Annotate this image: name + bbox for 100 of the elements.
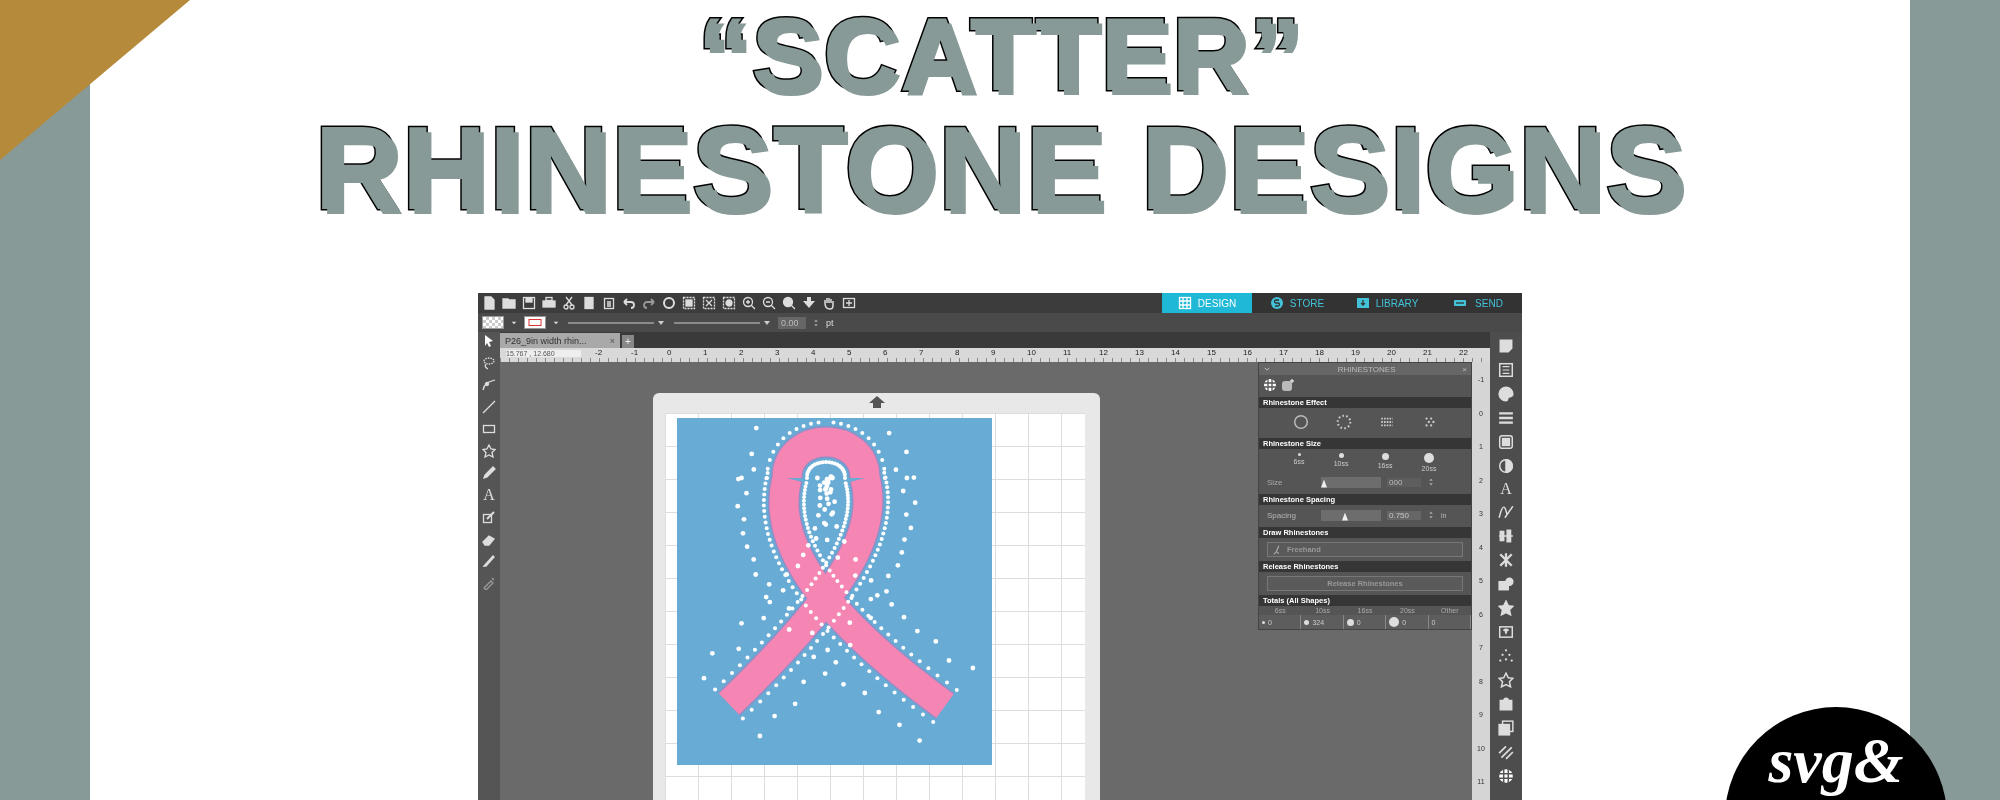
field-label: Spacing [1267, 510, 1297, 520]
pencil-icon[interactable] [482, 466, 496, 480]
node-curve-icon[interactable] [482, 378, 496, 392]
ruler-label: 15 [1207, 348, 1217, 357]
arrow-up-icon[interactable] [868, 396, 885, 408]
arrow-down-icon[interactable] [802, 296, 816, 310]
add-tab-button[interactable]: + [622, 335, 634, 348]
dotted-circle-icon[interactable] [1335, 414, 1352, 430]
star-badge-icon[interactable] [1498, 600, 1514, 616]
field-label: Size [1267, 477, 1284, 487]
star-icon[interactable] [482, 444, 496, 458]
close-button[interactable]: × [1462, 364, 1467, 374]
palette-icon[interactable] [1498, 386, 1514, 402]
title-line: “SCATTER” [697, 0, 1303, 110]
ruler-label: 16 [1243, 348, 1253, 357]
star-outline-icon[interactable] [1498, 672, 1514, 688]
ruler-label: 0 [667, 348, 673, 357]
ruler-label: -1 [631, 348, 640, 357]
ruler-label: 13 [1135, 348, 1145, 357]
slider-track[interactable] [1321, 476, 1381, 488]
size-dot-icon [1304, 619, 1310, 625]
zoom-in-icon[interactable] [742, 296, 756, 310]
chevron-down-icon[interactable] [1263, 365, 1271, 373]
rhinestone-dots-icon[interactable] [1498, 648, 1514, 664]
paste-icon[interactable] [602, 296, 616, 310]
nav-tab[interactable]: STORE [1252, 293, 1342, 313]
ruler-label: 4 [811, 348, 817, 357]
redo-icon[interactable] [642, 296, 656, 310]
add-page-icon[interactable] [842, 296, 856, 310]
slider-track[interactable] [1321, 509, 1381, 521]
ruler-label: 22 [1459, 348, 1469, 357]
ruler-label: 12 [1099, 348, 1109, 357]
knife-icon[interactable] [482, 554, 496, 568]
ruler-label: 7 [919, 348, 925, 357]
cut-icon[interactable] [562, 296, 576, 310]
ruler-label: 17 [1279, 348, 1289, 357]
zoom-fit-icon[interactable] [782, 296, 796, 310]
ruler-label: 9 [991, 348, 997, 357]
edit-points-icon[interactable] [482, 510, 496, 524]
ruler-label: 20 [1387, 348, 1397, 357]
ruler-label: 6 [883, 348, 889, 357]
close-tab-button[interactable]: × [609, 335, 615, 346]
save-icon[interactable] [522, 296, 536, 310]
size-dot-icon [1346, 618, 1354, 626]
image-trace-icon[interactable] [1498, 362, 1514, 378]
ruler-label: 1 [703, 348, 709, 357]
circle-outline-icon[interactable] [1292, 414, 1309, 430]
ruler-label: 14 [1171, 348, 1181, 357]
ruler-label: 19 [1351, 348, 1361, 357]
line-icon[interactable] [482, 400, 496, 414]
size-value-field[interactable]: 000 [1387, 477, 1421, 487]
stroke-swatch[interactable] [524, 316, 546, 329]
hatch-icon[interactable] [1498, 744, 1514, 760]
curve-icon[interactable] [1498, 504, 1514, 520]
s-circle-icon[interactable] [1269, 296, 1284, 310]
ruler-label: 10 [1027, 348, 1037, 357]
ruler-label: 11 [1063, 348, 1073, 357]
new-document-icon[interactable] [482, 296, 496, 310]
open-folder-icon[interactable] [502, 296, 516, 310]
document-tab-label[interactable]: P26_9in width rhin... [505, 335, 587, 346]
layers-icon[interactable] [1498, 720, 1514, 736]
line-width-field[interactable]: 0.00 [778, 316, 806, 329]
line-style-icon[interactable] [1498, 410, 1514, 426]
select-shape-icon[interactable] [722, 296, 736, 310]
ruler-label: 18 [1315, 348, 1325, 357]
text-style-tool[interactable]: A [1500, 482, 1512, 496]
spacing-value-field[interactable]: 0.750 [1387, 510, 1421, 520]
ruler-label: 5 [847, 348, 853, 357]
size-dot-icon[interactable] [1338, 453, 1344, 458]
fill-panel-icon[interactable] [1498, 434, 1514, 450]
size-dot-icon[interactable] [1297, 453, 1301, 456]
shapes-icon[interactable] [1498, 576, 1514, 592]
zoom-out-icon[interactable] [762, 296, 776, 310]
rhinestone-panel-icon[interactable] [1498, 768, 1514, 784]
rhinestone-grid-icon[interactable] [1263, 378, 1277, 392]
rhinestone-add-icon[interactable] [1281, 378, 1295, 392]
panel-title: RHINESTONES [1337, 364, 1396, 374]
undo-icon[interactable] [622, 296, 636, 310]
text-tool[interactable]: A [483, 488, 495, 502]
eyedropper-icon[interactable] [482, 576, 496, 590]
group-icon[interactable] [682, 296, 696, 310]
size-dot-icon [1262, 620, 1265, 624]
contrast-icon[interactable] [1498, 458, 1514, 474]
fill-swatch[interactable] [482, 316, 504, 329]
spinner-icon[interactable] [1427, 509, 1435, 521]
page-icon[interactable] [1498, 338, 1514, 354]
unit-label: pt [826, 317, 834, 328]
lasso-icon[interactable] [482, 356, 496, 370]
nav-tab[interactable]: SEND [1432, 293, 1522, 313]
logo-text: svg& [1768, 729, 1904, 798]
rectangle-icon[interactable] [482, 422, 496, 436]
size-dot-icon[interactable] [1381, 453, 1389, 460]
download-folder-icon[interactable] [1355, 296, 1370, 310]
spinner-icon[interactable] [1427, 476, 1435, 488]
ruler-label: 8 [955, 348, 961, 357]
size-dot-icon[interactable] [1424, 453, 1434, 463]
ungroup-icon[interactable] [702, 296, 716, 310]
align-icon[interactable] [1498, 528, 1514, 544]
nav-tab[interactable]: LIBRARY [1342, 293, 1432, 313]
document-tab[interactable]: P26_9in width rhin... × [500, 333, 620, 348]
